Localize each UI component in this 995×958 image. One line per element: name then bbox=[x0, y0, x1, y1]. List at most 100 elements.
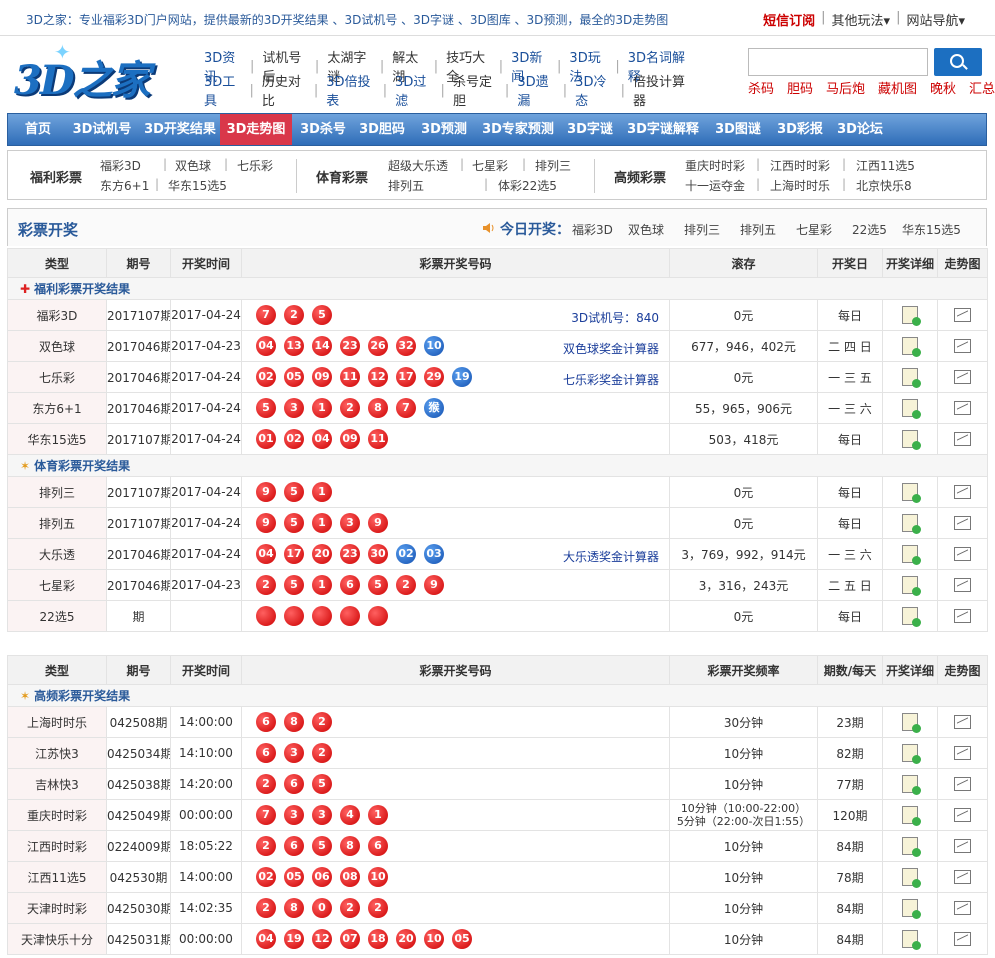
other-play-menu[interactable]: 其他玩法▾ bbox=[832, 10, 891, 29]
detail-icon[interactable] bbox=[902, 713, 921, 733]
link-3d-cold[interactable]: 3D冷态 bbox=[567, 71, 620, 109]
extra-link[interactable]: 双色球奖金计算器 bbox=[563, 340, 659, 357]
detail-icon[interactable] bbox=[902, 483, 921, 503]
sub-link-jx115[interactable]: 江西11选5 bbox=[856, 157, 915, 174]
detail-icon[interactable] bbox=[902, 868, 921, 888]
nav-home[interactable]: 首页 bbox=[12, 114, 64, 145]
link-3d-tools[interactable]: 3D工具 bbox=[196, 71, 249, 109]
nav-results[interactable]: 3D开奖结果 bbox=[140, 114, 220, 145]
today-link-hd155[interactable]: 华东15选5 bbox=[902, 221, 961, 238]
trend-chart-icon[interactable] bbox=[954, 746, 971, 761]
detail-icon[interactable] bbox=[902, 576, 921, 596]
link-3d-missing[interactable]: 3D遗漏 bbox=[509, 71, 562, 109]
hot-link-dan[interactable]: 胆码 bbox=[787, 78, 813, 97]
sub-link-syydj[interactable]: 十一运夺金 bbox=[685, 177, 745, 194]
detail-icon[interactable] bbox=[902, 837, 921, 857]
trend-chart-icon[interactable] bbox=[954, 839, 971, 854]
link-3d-filter[interactable]: 3D过滤 bbox=[387, 71, 440, 109]
trend-chart-icon[interactable] bbox=[954, 901, 971, 916]
site-nav-menu[interactable]: 网站导航▾ bbox=[906, 10, 965, 29]
sub-link-jxssc[interactable]: 江西时时彩 bbox=[770, 157, 830, 174]
detail-icon[interactable] bbox=[902, 744, 921, 764]
hot-link-mahoupao[interactable]: 马后炮 bbox=[826, 78, 865, 97]
detail-icon[interactable] bbox=[902, 306, 921, 326]
search-button[interactable] bbox=[934, 48, 982, 76]
sub-link-ssq[interactable]: 双色球 bbox=[175, 157, 211, 174]
nav-lottery-paper[interactable]: 3D彩报 bbox=[770, 114, 830, 145]
trend-chart-icon[interactable] bbox=[954, 578, 971, 593]
sub-link-dlt[interactable]: 超级大乐透 bbox=[388, 157, 448, 174]
trend-chart-icon[interactable] bbox=[954, 432, 971, 447]
detail-icon[interactable] bbox=[902, 368, 921, 388]
nav-dan-number[interactable]: 3D胆码 bbox=[352, 114, 412, 145]
red-ball: 6 bbox=[284, 774, 304, 794]
nav-trial-number[interactable]: 3D试机号 bbox=[66, 114, 138, 145]
trend-chart-icon[interactable] bbox=[954, 485, 971, 500]
detail-icon[interactable] bbox=[902, 775, 921, 795]
sms-subscribe-link[interactable]: 短信订阅 bbox=[763, 10, 815, 29]
divider: | bbox=[756, 157, 761, 171]
detail-icon[interactable] bbox=[902, 399, 921, 419]
trend-chart-icon[interactable] bbox=[954, 308, 971, 323]
detail-icon[interactable] bbox=[902, 337, 921, 357]
sub-link-shssl[interactable]: 上海时时乐 bbox=[770, 177, 830, 194]
sub-link-tc225[interactable]: 体彩22选5 bbox=[498, 177, 557, 194]
trend-chart-icon[interactable] bbox=[954, 401, 971, 416]
sub-link-df61[interactable]: 东方6+1 bbox=[100, 177, 149, 194]
hot-link-summary[interactable]: 汇总 bbox=[969, 78, 995, 97]
link-kill-number[interactable]: 杀号定胆 bbox=[445, 71, 505, 109]
nav-kill-number[interactable]: 3D杀号 bbox=[296, 114, 350, 145]
sub-link-fc3d[interactable]: 福彩3D bbox=[100, 157, 141, 174]
today-link-225[interactable]: 22选5 bbox=[852, 221, 887, 238]
nav-forecast[interactable]: 3D预测 bbox=[414, 114, 474, 145]
sub-link-bjkl8[interactable]: 北京快乐8 bbox=[856, 177, 912, 194]
detail-icon[interactable] bbox=[902, 806, 921, 826]
link-history-compare[interactable]: 历史对比 bbox=[254, 71, 314, 109]
hot-link-wanqiu[interactable]: 晚秋 bbox=[930, 78, 956, 97]
extra-link[interactable]: 大乐透奖金计算器 bbox=[563, 548, 659, 565]
nav-forum[interactable]: 3D论坛 bbox=[832, 114, 888, 145]
trend-chart-icon[interactable] bbox=[954, 516, 971, 531]
trend-chart-icon[interactable] bbox=[954, 547, 971, 562]
detail-icon[interactable] bbox=[902, 430, 921, 450]
today-link-fc3d[interactable]: 福彩3D bbox=[572, 221, 613, 238]
trend-chart-icon[interactable] bbox=[954, 715, 971, 730]
today-link-pl5[interactable]: 排列五 bbox=[740, 221, 776, 238]
sub-link-pl5[interactable]: 排列五 bbox=[388, 177, 424, 194]
hot-link-kill[interactable]: 杀码 bbox=[748, 78, 774, 97]
nav-riddle-explain[interactable]: 3D字谜解释 bbox=[620, 114, 706, 145]
nav-riddle[interactable]: 3D字谜 bbox=[562, 114, 618, 145]
red-ball: 04 bbox=[256, 336, 276, 356]
today-link-qxc[interactable]: 七星彩 bbox=[796, 221, 832, 238]
nav-expert-forecast[interactable]: 3D专家预测 bbox=[476, 114, 560, 145]
nav-picture-riddle[interactable]: 3D图谜 bbox=[708, 114, 768, 145]
sub-link-qlc[interactable]: 七乐彩 bbox=[237, 157, 273, 174]
trend-chart-icon[interactable] bbox=[954, 932, 971, 947]
trend-chart-icon[interactable] bbox=[954, 777, 971, 792]
link-multiple-calculator[interactable]: 倍投计算器 bbox=[625, 71, 696, 109]
trend-chart-icon[interactable] bbox=[954, 870, 971, 885]
hot-link-cangjitu[interactable]: 藏机图 bbox=[878, 78, 917, 97]
detail-icon[interactable] bbox=[902, 514, 921, 534]
sub-link-hd155[interactable]: 华东15选5 bbox=[168, 177, 227, 194]
extra-link[interactable]: 3D试机号：840 bbox=[571, 309, 659, 326]
sub-link-pl3[interactable]: 排列三 bbox=[535, 157, 571, 174]
today-link-pl3[interactable]: 排列三 bbox=[684, 221, 720, 238]
detail-icon[interactable] bbox=[902, 607, 921, 627]
detail-icon[interactable] bbox=[902, 930, 921, 950]
detail-icon[interactable] bbox=[902, 899, 921, 919]
extra-link[interactable]: 七乐彩奖金计算器 bbox=[563, 371, 659, 388]
link-multiple-table[interactable]: 3D倍投表 bbox=[318, 71, 382, 109]
search-input[interactable] bbox=[748, 48, 928, 76]
trend-chart-icon[interactable] bbox=[954, 370, 971, 385]
divider bbox=[594, 159, 595, 193]
trend-chart-icon[interactable] bbox=[954, 808, 971, 823]
nav-trend-chart[interactable]: 3D走势图 bbox=[220, 114, 292, 145]
site-logo[interactable]: ✦ 3D之家 bbox=[10, 40, 190, 104]
sub-link-qxc[interactable]: 七星彩 bbox=[472, 157, 508, 174]
trend-chart-icon[interactable] bbox=[954, 339, 971, 354]
sub-link-cqssc[interactable]: 重庆时时彩 bbox=[685, 157, 745, 174]
trend-chart-icon[interactable] bbox=[954, 609, 971, 624]
today-link-ssq[interactable]: 双色球 bbox=[628, 221, 664, 238]
detail-icon[interactable] bbox=[902, 545, 921, 565]
